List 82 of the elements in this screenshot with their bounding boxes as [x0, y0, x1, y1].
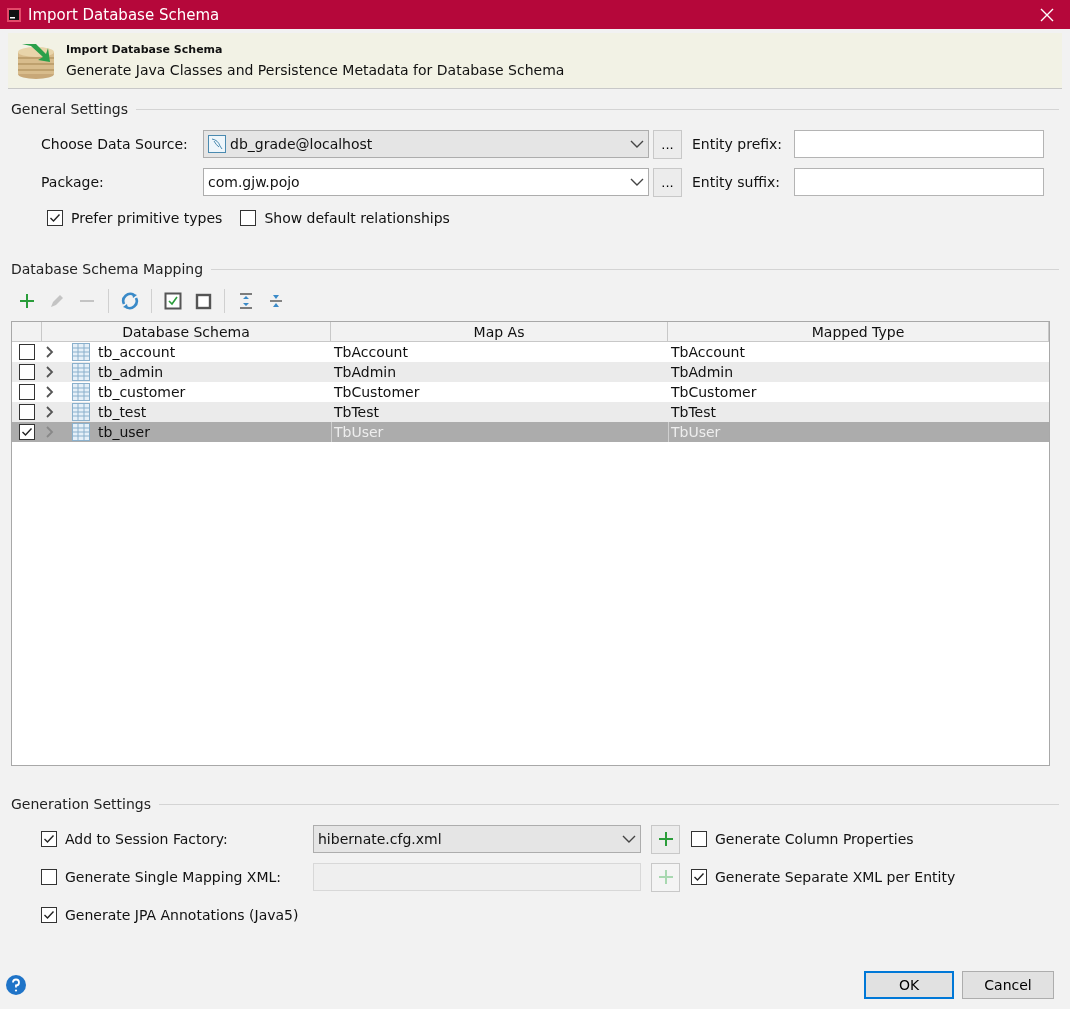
table-icon — [72, 423, 90, 441]
field-label: Entity prefix: — [692, 136, 784, 152]
table-cell: TbUser — [668, 422, 1049, 442]
table-cell: tb_account — [98, 344, 176, 360]
field-label: Choose Data Source: — [41, 136, 189, 152]
browse-button[interactable]: ... — [653, 129, 682, 159]
chevron-down-icon — [630, 177, 644, 187]
app-logo-icon — [6, 6, 22, 23]
config-file-dropdown[interactable]: hibernate.cfg.xml — [313, 825, 641, 853]
checkbox[interactable] — [19, 344, 35, 360]
table-cell-text: TbAccount — [333, 343, 409, 362]
package-dropdown[interactable]: com.gjw.pojo — [203, 168, 649, 196]
checkbox[interactable] — [691, 869, 707, 885]
checkbox[interactable] — [19, 404, 35, 420]
checkbox-label: Generate JPA Annotations (Java5) — [65, 907, 299, 923]
plus-icon — [18, 292, 36, 310]
table-cell-text: TbAccount — [670, 343, 746, 362]
column-header: Map As — [331, 322, 668, 342]
plus-icon — [656, 868, 675, 886]
checkbox[interactable] — [41, 831, 57, 847]
plus-icon — [656, 830, 675, 848]
field-label: Package: — [41, 174, 105, 190]
check-mark-icon — [693, 871, 705, 883]
check-mark-icon — [21, 426, 33, 438]
chevron-down-icon — [622, 834, 636, 844]
checkbox[interactable] — [41, 869, 57, 885]
checkbox[interactable] — [240, 210, 257, 226]
table-cell: tb_customer — [98, 384, 186, 400]
checkbox-label: Add to Session Factory: — [65, 831, 228, 847]
field-label: Entity suffix: — [692, 174, 782, 190]
checkbox[interactable] — [47, 210, 63, 226]
table-cell: tb_admin — [98, 364, 164, 380]
check-mark-icon — [49, 212, 61, 224]
table-cell: TbUser — [331, 422, 668, 442]
checkbox-label: Generate Separate XML per Entity — [715, 869, 956, 885]
entity-prefix-field[interactable] — [794, 130, 1044, 158]
browse-button[interactable]: ... — [653, 167, 682, 197]
add-button[interactable] — [651, 824, 680, 854]
database-import-icon — [16, 41, 56, 80]
checkbox-label: Generate Single Mapping XML: — [65, 869, 282, 885]
section-heading: General Settings — [11, 101, 129, 117]
table-row[interactable]: tb_test TbTest TbTest — [12, 402, 1049, 422]
table-cell-text: TbCustomer — [670, 383, 758, 402]
column-header: Database Schema — [42, 322, 331, 342]
table-icon — [72, 383, 90, 401]
checkbox-label: Show default relationships — [264, 210, 450, 226]
banner-subtitle: Generate Java Classes and Persistence Metadata for Database Schema — [66, 62, 565, 78]
checkbox-label: Prefer primitive types — [71, 210, 223, 226]
checkbox-label: Generate Column Properties — [715, 831, 914, 847]
chevron-down-icon — [630, 139, 644, 149]
section-heading: Generation Settings — [11, 796, 151, 812]
table-icon — [72, 363, 90, 381]
section-heading: Database Schema Mapping — [11, 261, 204, 277]
checkbox[interactable] — [19, 364, 35, 380]
table-icon — [72, 343, 90, 361]
table-cell-text: TbTest — [670, 403, 717, 422]
checkbox[interactable] — [691, 831, 707, 847]
table-row[interactable]: tb_user TbUser TbUser — [12, 422, 1049, 442]
table-cell: tb_user — [98, 424, 150, 440]
check-mark-icon — [43, 833, 55, 845]
dialog-button[interactable]: OK — [864, 971, 954, 999]
table-cell-text: TbAdmin — [670, 363, 735, 382]
checkbox[interactable] — [19, 384, 35, 400]
header-corner — [12, 322, 42, 342]
table-icon — [72, 403, 90, 421]
check-mark-icon — [43, 909, 55, 921]
table-row[interactable]: tb_admin TbAdmin TbAdmin — [12, 362, 1049, 382]
table-cell-text: TbCustomer — [333, 383, 421, 402]
banner-title: Import Database Schema — [66, 43, 224, 56]
checkbox[interactable] — [41, 907, 57, 923]
column-header: Mapped Type — [668, 322, 1049, 342]
table-cell-text: TbAdmin — [333, 363, 398, 382]
table-cell-text: TbTest — [333, 403, 380, 422]
close-icon[interactable] — [1040, 7, 1054, 22]
data-source-dropdown[interactable]: db_grade@localhost — [203, 130, 649, 158]
table-cell: tb_test — [98, 404, 147, 420]
checkbox[interactable] — [19, 424, 35, 440]
window-title: Import Database Schema — [28, 5, 221, 24]
dialog-button[interactable]: Cancel — [962, 971, 1054, 999]
database-icon — [208, 135, 226, 153]
entity-suffix-field[interactable] — [794, 168, 1044, 196]
help-icon[interactable] — [6, 975, 26, 995]
